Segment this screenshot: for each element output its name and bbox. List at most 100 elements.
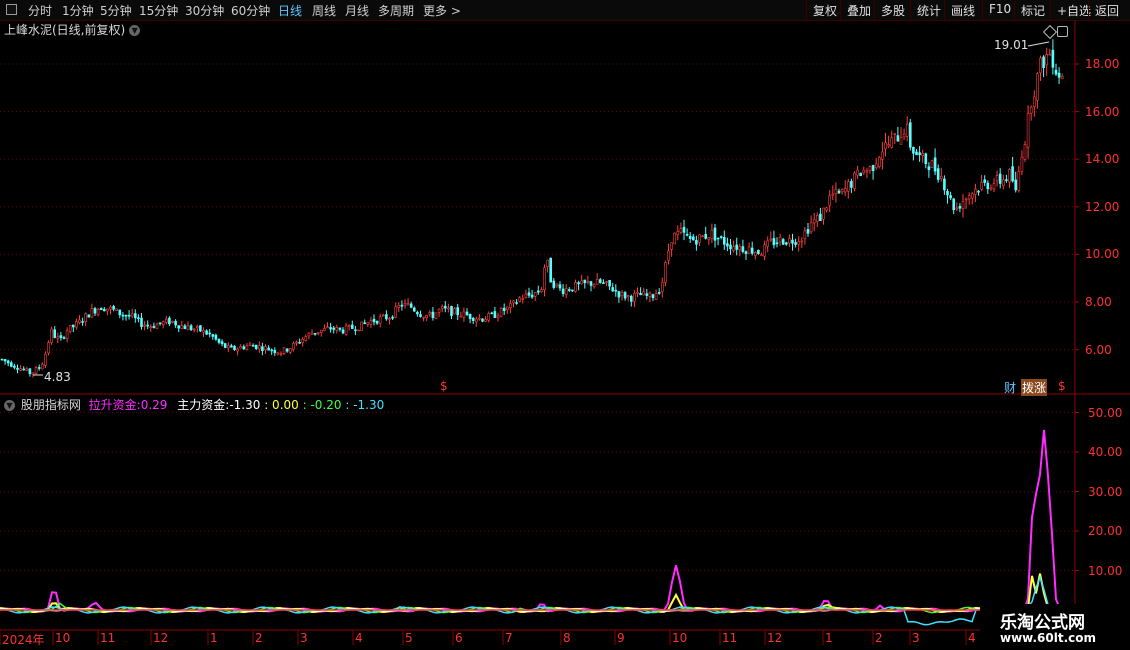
- candle-body: [186, 325, 190, 331]
- candle-body: [797, 241, 801, 245]
- candle-body: [62, 337, 66, 339]
- candle-body: [6, 360, 10, 364]
- period-tab[interactable]: 5分钟: [100, 2, 132, 19]
- candle-body: [688, 236, 692, 239]
- candle-body: [450, 306, 453, 316]
- candle-body: [682, 226, 686, 233]
- chevron-down-icon[interactable]: ▼: [129, 25, 141, 36]
- candle-body: [140, 317, 143, 327]
- candle-body: [137, 317, 140, 319]
- candle-body: [388, 318, 391, 320]
- candle-body: [977, 190, 980, 193]
- candle-body: [815, 215, 819, 222]
- chevron-down-icon[interactable]: ▼: [4, 400, 15, 411]
- toggle-icon[interactable]: [1042, 24, 1058, 40]
- drawing-button[interactable]: 画线: [944, 0, 981, 20]
- candle-body: [521, 298, 525, 300]
- candle-body: [645, 293, 649, 296]
- rights-button[interactable]: 复权: [806, 0, 843, 20]
- price-chart[interactable]: [0, 0, 1130, 650]
- period-tab[interactable]: 60分钟: [231, 2, 270, 19]
- period-tab[interactable]: 月线: [345, 2, 369, 19]
- candle-body: [865, 170, 869, 173]
- dollar-badge[interactable]: $: [1058, 379, 1066, 393]
- candle-body: [81, 321, 84, 323]
- x-tick-label: 8: [563, 631, 571, 645]
- statistics-button[interactable]: 统计: [910, 0, 947, 20]
- candle-body: [295, 341, 298, 344]
- candle-body: [465, 311, 469, 316]
- period-tab[interactable]: 多周期: [378, 2, 414, 19]
- indicator-tick-label: 20.00: [1088, 524, 1123, 538]
- candle-body: [676, 231, 680, 236]
- candle-body: [518, 297, 522, 302]
- candle-body: [760, 254, 763, 257]
- period-tab[interactable]: 1分钟: [62, 2, 94, 19]
- candle-body: [310, 332, 314, 335]
- back-button[interactable]: 返回: [1088, 0, 1125, 20]
- candle-body: [967, 195, 971, 200]
- indicator-tick-label: 10.00: [1088, 563, 1123, 578]
- candle-body: [868, 166, 872, 171]
- candle-body: [555, 283, 559, 287]
- candle-body: [505, 306, 509, 310]
- finance-badge[interactable]: 财: [1004, 379, 1016, 396]
- candle-body: [577, 282, 580, 285]
- candle-body: [149, 326, 153, 329]
- candle-body: [1036, 73, 1039, 101]
- candle-body: [552, 280, 556, 288]
- candle-body: [431, 311, 435, 318]
- candle-body: [292, 343, 295, 350]
- indicator-tick-label: 40.00: [1088, 445, 1123, 459]
- candle-body: [633, 293, 636, 302]
- layout-icon[interactable]: [1057, 26, 1068, 37]
- period-tab[interactable]: 分时: [28, 2, 52, 19]
- f10-button[interactable]: F10: [982, 0, 1017, 20]
- period-tab[interactable]: 15分钟: [139, 2, 178, 19]
- candle-body: [146, 324, 149, 327]
- candle-body: [983, 179, 987, 183]
- period-tab[interactable]: 周线: [312, 2, 336, 19]
- candle-body: [695, 240, 698, 245]
- candle-body: [462, 311, 466, 318]
- candle-body: [245, 345, 249, 350]
- main-fund-value: -1.30: [229, 398, 261, 412]
- overlay-button[interactable]: 叠加: [840, 0, 877, 20]
- candle-body: [161, 321, 165, 325]
- multi-stock-button[interactable]: 多股: [874, 0, 911, 20]
- candle-body: [738, 246, 742, 251]
- candle-body: [664, 262, 667, 283]
- candle-body: [90, 308, 94, 318]
- period-tab[interactable]: 30分钟: [185, 2, 224, 19]
- period-tab-active[interactable]: 日线: [278, 2, 302, 19]
- candle-body: [679, 228, 683, 233]
- candle-body: [106, 308, 109, 312]
- dollar-badge[interactable]: $: [440, 379, 448, 393]
- more-menu[interactable]: 更多 >: [423, 2, 461, 19]
- candle-body: [112, 306, 115, 310]
- mark-button[interactable]: 标记: [1014, 0, 1051, 20]
- candle-body: [834, 188, 838, 194]
- candle-body: [905, 123, 909, 137]
- candle-body: [481, 318, 484, 322]
- window-icon[interactable]: [6, 4, 17, 15]
- candle-body: [75, 321, 78, 328]
- candle-body: [936, 168, 940, 180]
- candle-body: [490, 312, 494, 315]
- candle-body: [425, 314, 429, 319]
- candle-body: [890, 137, 894, 148]
- candle-body: [443, 305, 447, 309]
- watermark-title: 乐淘公式网: [1000, 613, 1085, 633]
- candle-body: [227, 345, 230, 349]
- candle-body: [766, 240, 770, 247]
- candle-body: [887, 144, 890, 147]
- candle-body: [574, 282, 577, 292]
- indicator-name[interactable]: 股朋指标网: [21, 398, 81, 412]
- candle-body: [955, 207, 959, 210]
- candle-body: [747, 246, 751, 254]
- candle-body: [651, 294, 655, 299]
- candle-body: [397, 305, 401, 308]
- candle-body: [13, 365, 16, 368]
- limit-up-badge[interactable]: 拨涨: [1021, 379, 1048, 396]
- candle-body: [1029, 106, 1033, 114]
